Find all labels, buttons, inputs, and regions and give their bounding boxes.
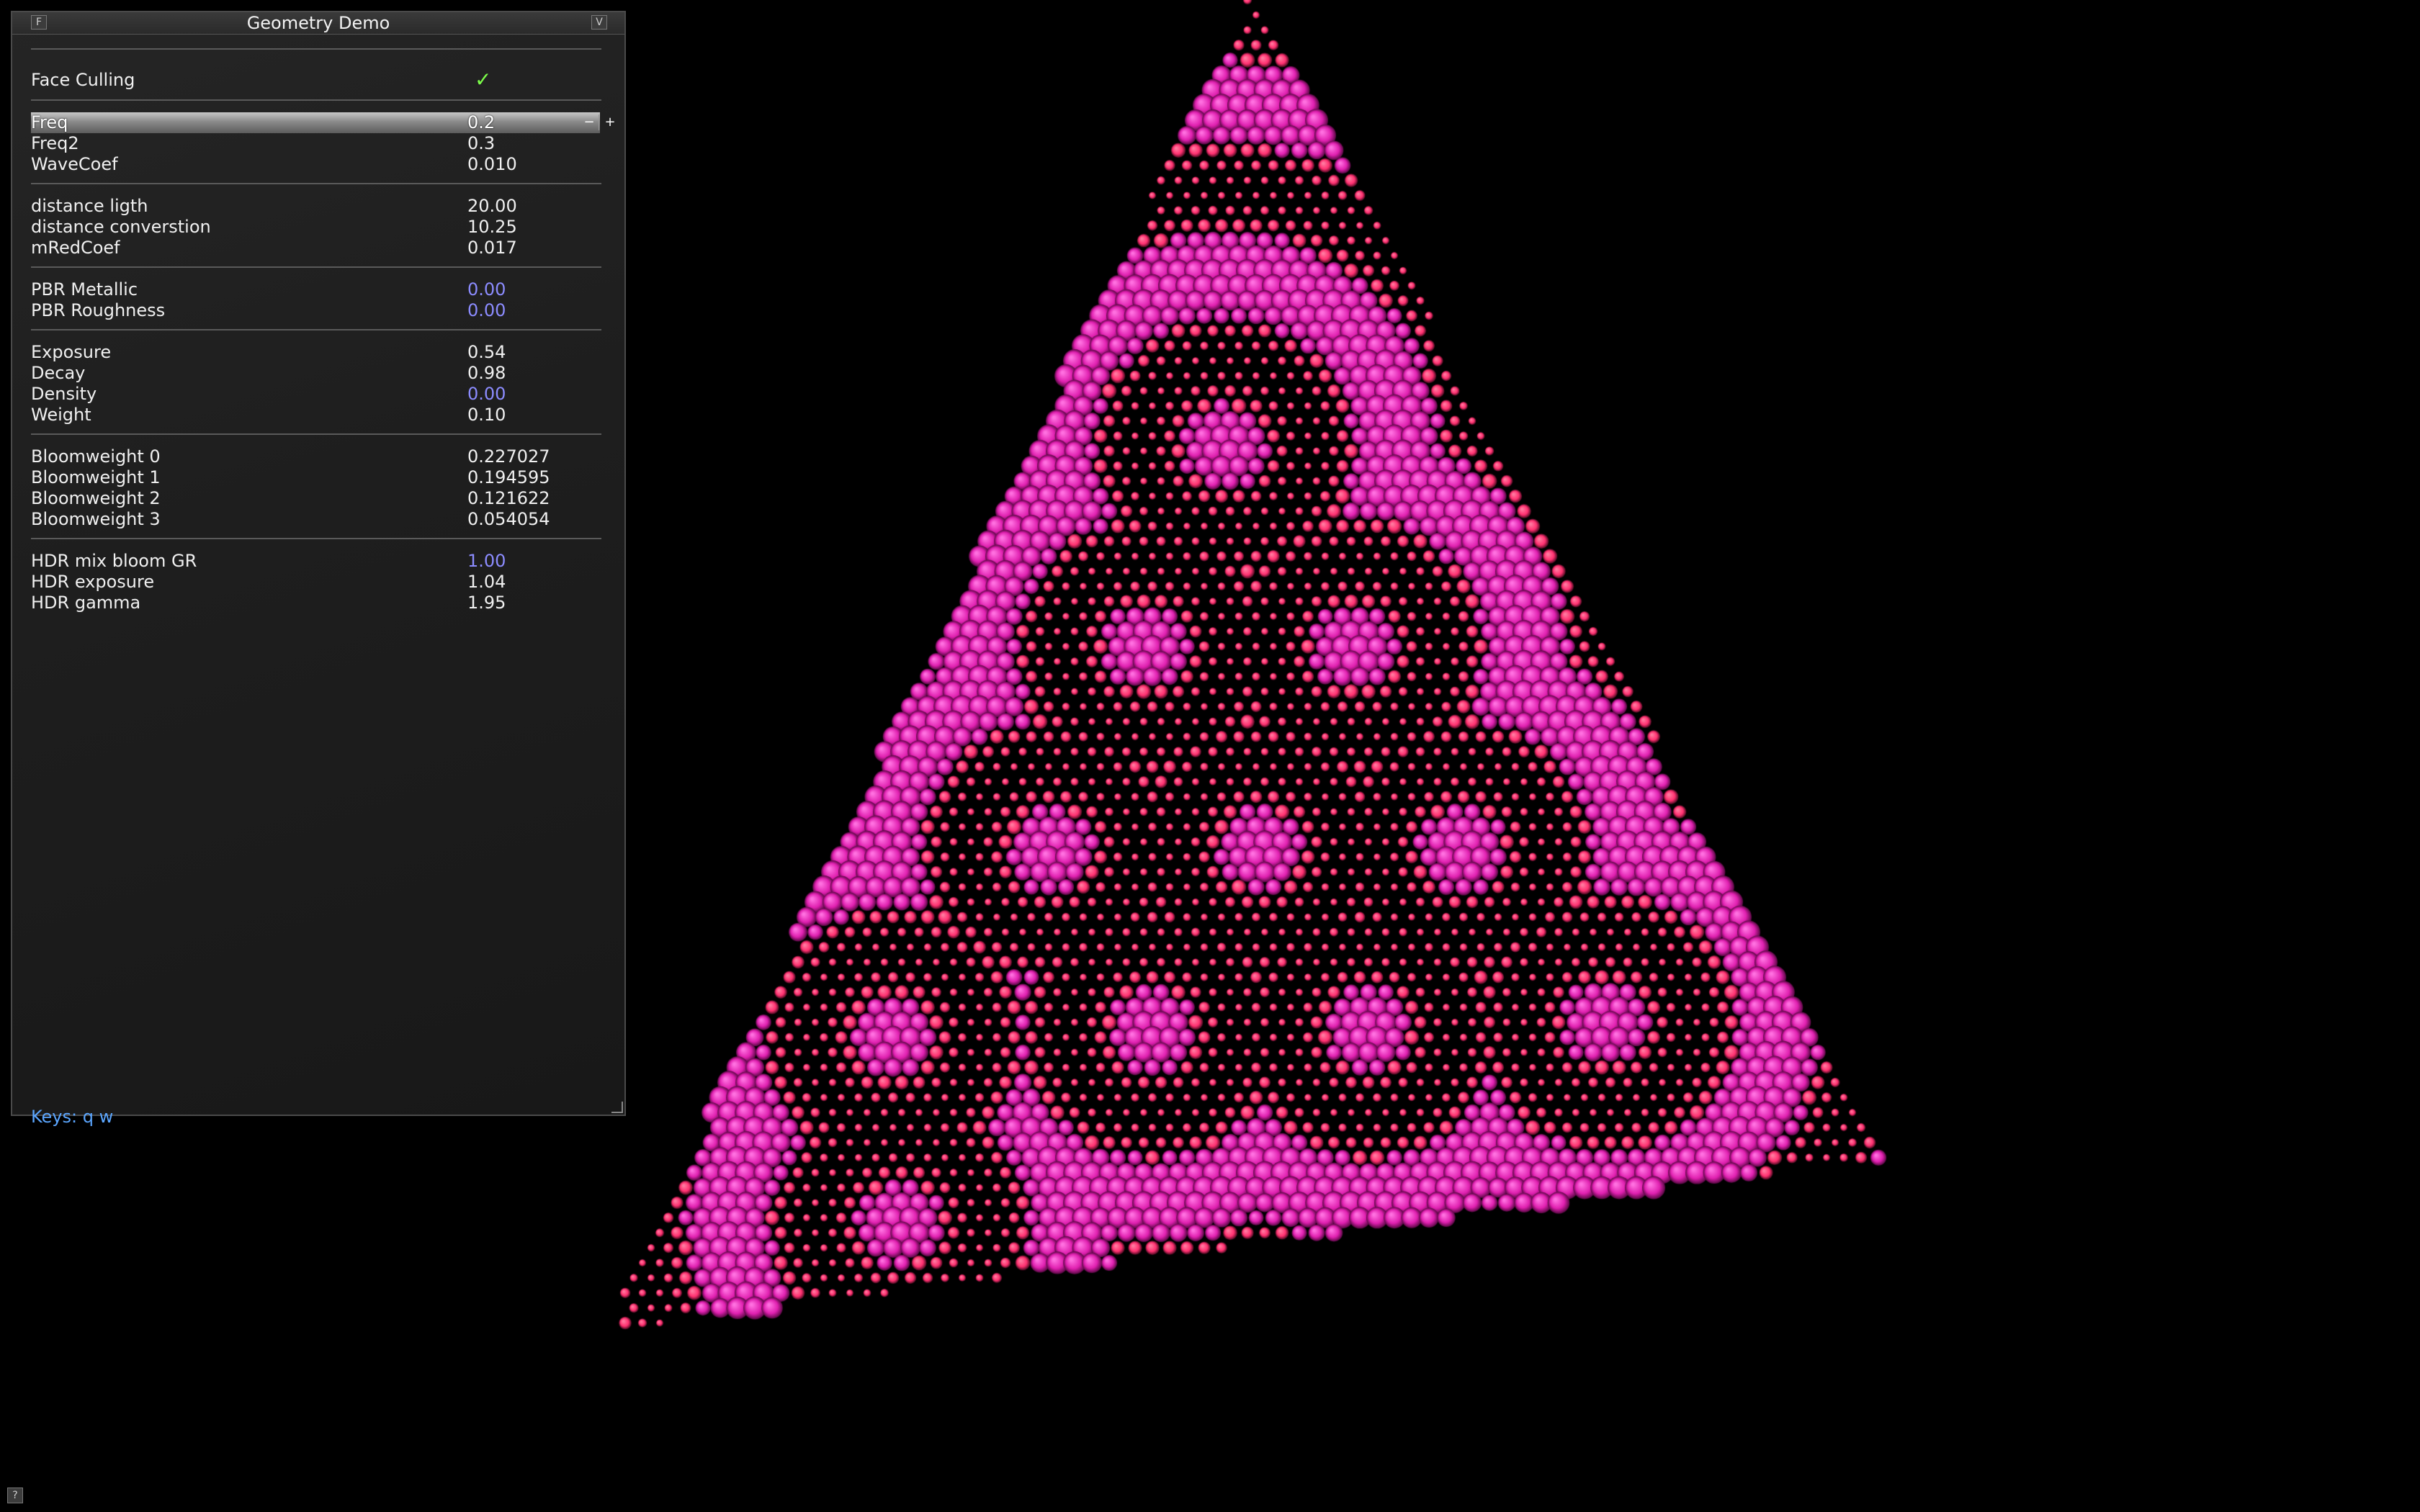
- param-decay[interactable]: Decay 0.98: [31, 363, 600, 384]
- param-label: Bloomweight 3: [31, 509, 161, 529]
- param-density[interactable]: Density 0.00: [31, 384, 600, 405]
- param-value: 1.00: [467, 551, 506, 571]
- param-label: WaveCoef: [31, 154, 118, 174]
- param-label: Bloomweight 1: [31, 467, 161, 487]
- param-value[interactable]: 0.010: [467, 154, 517, 175]
- increment-button[interactable]: +: [599, 114, 621, 130]
- param-bloomweight-0[interactable]: Bloomweight 0 0.227027: [31, 446, 600, 467]
- param-value[interactable]: 0.054054: [467, 509, 550, 530]
- param-value[interactable]: 0.017: [467, 238, 517, 258]
- tweak-bar-titlebar[interactable]: F Geometry Demo V: [12, 12, 624, 35]
- checkmark-icon[interactable]: ✓: [475, 68, 491, 91]
- param-weight[interactable]: Weight 0.10: [31, 405, 600, 426]
- divider: [31, 48, 601, 50]
- param-mredcoef[interactable]: mRedCoef 0.017: [31, 238, 600, 258]
- param-label: PBR Roughness: [31, 300, 166, 320]
- param-label: distance ligth: [31, 196, 148, 216]
- param-label: PBR Metallic: [31, 279, 138, 300]
- param-value: 0.00: [467, 300, 506, 320]
- param-wavecoef[interactable]: WaveCoef 0.010: [31, 154, 600, 175]
- param-value[interactable]: 0.98: [467, 363, 506, 384]
- param-value: 0.00: [467, 384, 506, 404]
- param-hdr-mix-bloom-gr[interactable]: HDR mix bloom GR 1.00: [31, 551, 600, 572]
- param-label: Face Culling: [31, 70, 135, 90]
- param-label: distance converstion: [31, 217, 211, 237]
- param-label: HDR gamma: [31, 593, 141, 613]
- param-distance-ligth[interactable]: distance ligth 20.00: [31, 196, 600, 217]
- param-value[interactable]: 0.194595: [467, 467, 550, 488]
- param-value: 0.00: [467, 279, 506, 300]
- param-value[interactable]: 0.54: [467, 342, 506, 363]
- param-freq2[interactable]: Freq2 0.3: [31, 133, 600, 154]
- divider: [31, 99, 601, 101]
- param-value[interactable]: 0.121622: [467, 488, 550, 509]
- param-freq[interactable]: Freq 0.2 − +: [31, 112, 616, 133]
- valign-icon[interactable]: V: [591, 15, 607, 30]
- param-value[interactable]: 20.00: [467, 196, 517, 217]
- param-label: Freq2: [31, 133, 79, 153]
- resize-grip-icon[interactable]: [611, 1102, 623, 1113]
- param-value[interactable]: 0.10: [467, 405, 506, 426]
- param-value[interactable]: 1.04: [467, 572, 506, 593]
- keys-help-text: Keys: q w: [31, 1107, 114, 1127]
- param-pbr-roughness[interactable]: PBR Roughness 0.00: [31, 300, 600, 321]
- divider: [31, 538, 601, 539]
- param-label: Bloomweight 2: [31, 488, 161, 508]
- divider: [31, 329, 601, 330]
- param-value[interactable]: 10.25: [467, 217, 517, 238]
- param-label: Weight: [31, 405, 91, 425]
- param-label: HDR exposure: [31, 572, 155, 592]
- tweak-bar-panel[interactable]: F Geometry Demo V Face Culling ✓ Freq 0.…: [11, 11, 626, 1127]
- help-icon[interactable]: ?: [7, 1488, 23, 1503]
- param-label: HDR mix bloom GR: [31, 551, 197, 571]
- param-bloomweight-1[interactable]: Bloomweight 1 0.194595: [31, 467, 600, 488]
- param-bloomweight-3[interactable]: Bloomweight 3 0.054054: [31, 509, 600, 530]
- divider: [31, 266, 601, 268]
- param-pbr-metallic[interactable]: PBR Metallic 0.00: [31, 279, 600, 300]
- param-value[interactable]: 0.3: [467, 133, 495, 154]
- param-value[interactable]: 0.227027: [467, 446, 550, 467]
- param-label: Bloomweight 0: [31, 446, 161, 467]
- window-title: Geometry Demo: [246, 13, 390, 33]
- param-face-culling[interactable]: Face Culling ✓: [31, 68, 600, 91]
- param-value[interactable]: 0.2: [467, 112, 495, 133]
- param-bloomweight-2[interactable]: Bloomweight 2 0.121622: [31, 488, 600, 509]
- param-label: Exposure: [31, 342, 112, 362]
- decrement-button[interactable]: −: [578, 114, 600, 130]
- param-hdr-gamma[interactable]: HDR gamma 1.95: [31, 593, 600, 613]
- param-exposure[interactable]: Exposure 0.54: [31, 342, 600, 363]
- param-label: Density: [31, 384, 97, 404]
- param-hdr-exposure[interactable]: HDR exposure 1.04: [31, 572, 600, 593]
- param-label: mRedCoef: [31, 238, 120, 258]
- param-label: Freq: [31, 112, 68, 132]
- divider: [31, 183, 601, 184]
- param-value[interactable]: 1.95: [467, 593, 506, 613]
- param-distance-converstion[interactable]: distance converstion 10.25: [31, 217, 600, 238]
- divider: [31, 433, 601, 435]
- param-label: Decay: [31, 363, 86, 383]
